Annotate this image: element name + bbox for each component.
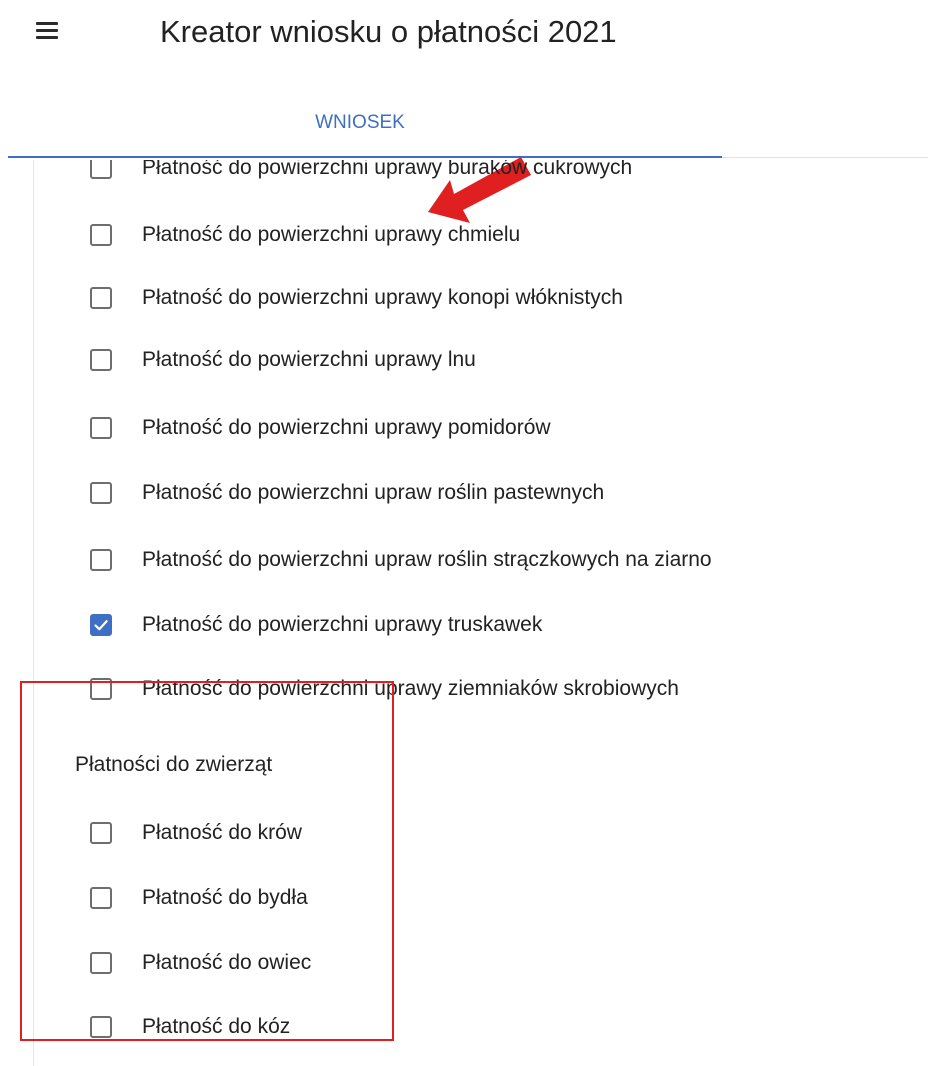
- checkbox-label: Płatność do bydła: [142, 886, 308, 909]
- checkbox-label: Płatność do powierzchni uprawy konopi wł…: [142, 286, 623, 309]
- checkbox-label: Płatność do powierzchni uprawy truskawek: [142, 613, 543, 636]
- panel-left-border: [33, 160, 34, 1066]
- checkbox-option-rosliny-straczkowe[interactable]: Płatność do powierzchni upraw roślin str…: [90, 545, 712, 575]
- checkbox-option-kozy[interactable]: Płatność do kóz: [90, 1012, 290, 1042]
- checkbox-label: Płatność do powierzchni uprawy ziemniakó…: [142, 677, 679, 700]
- checkbox[interactable]: [90, 349, 112, 371]
- checkbox-label: Płatność do owiec: [142, 951, 312, 974]
- tab-bar-divider: [722, 157, 928, 158]
- checkbox-label: Płatność do powierzchni upraw roślin pas…: [142, 481, 605, 504]
- tab-wniosek[interactable]: WNIOSEK: [290, 108, 430, 138]
- checkbox-label: Płatność do powierzchni uprawy lnu: [142, 348, 476, 371]
- checkbox-option-pomidory[interactable]: Płatność do powierzchni uprawy pomidorów: [90, 413, 551, 443]
- checkbox-label: Płatność do powierzchni upraw roślin str…: [142, 548, 712, 571]
- checkbox[interactable]: [90, 822, 112, 844]
- checkbox[interactable]: [90, 417, 112, 439]
- tab-bar: WNIOSEK: [0, 90, 928, 223]
- checkbox-option-krowy[interactable]: Płatność do krów: [90, 818, 302, 848]
- checkbox[interactable]: [90, 1016, 112, 1038]
- checkbox-label: Płatność do krów: [142, 821, 302, 844]
- section-heading-animal-payments: Płatności do zwierząt: [75, 753, 273, 776]
- checkbox-label: Płatność do powierzchni uprawy chmielu: [142, 223, 521, 246]
- page-title: Kreator wniosku o płatności 2021: [160, 14, 617, 49]
- checkbox-option-len[interactable]: Płatność do powierzchni uprawy lnu: [90, 345, 476, 375]
- checkbox-option-buraki-cukrowe[interactable]: Płatność do powierzchni uprawy buraków c…: [90, 160, 632, 183]
- checkbox[interactable]: [90, 224, 112, 246]
- active-tab-indicator: [8, 156, 722, 158]
- checkbox-label: Płatność do kóz: [142, 1015, 291, 1038]
- checked-checkbox[interactable]: [90, 614, 112, 636]
- checkmark-icon: [94, 620, 108, 631]
- red-highlight-box-annotation: [20, 681, 394, 1041]
- checkbox[interactable]: [90, 952, 112, 974]
- checkbox[interactable]: [90, 160, 112, 179]
- checkbox-option-bydlo[interactable]: Płatność do bydła: [90, 883, 308, 913]
- checkbox-option-owce[interactable]: Płatność do owiec: [90, 948, 311, 978]
- app-toolbar: Kreator wniosku o płatności 2021: [0, 0, 928, 60]
- checkbox-option-chmiel[interactable]: Płatność do powierzchni uprawy chmielu: [90, 220, 520, 250]
- checkbox[interactable]: [90, 887, 112, 909]
- checkbox[interactable]: [90, 287, 112, 309]
- hamburger-menu-icon[interactable]: [36, 22, 60, 42]
- checkbox-option-truskawki[interactable]: Płatność do powierzchni uprawy truskawek: [90, 610, 542, 640]
- checkbox[interactable]: [90, 549, 112, 571]
- checkbox-label: Płatność do powierzchni uprawy buraków c…: [142, 160, 633, 179]
- checkbox-option-rosliny-pastewne[interactable]: Płatność do powierzchni upraw roślin pas…: [90, 478, 604, 508]
- checkbox[interactable]: [90, 482, 112, 504]
- checkbox-label: Płatność do powierzchni uprawy pomidorów: [142, 416, 551, 439]
- checkbox[interactable]: [90, 678, 112, 700]
- checkbox-option-konopie[interactable]: Płatność do powierzchni uprawy konopi wł…: [90, 283, 623, 313]
- checkbox-option-ziemniaki-skrobiowe[interactable]: Płatność do powierzchni uprawy ziemniakó…: [90, 674, 679, 704]
- payment-options-panel: Płatność do powierzchni uprawy buraków c…: [0, 160, 928, 1066]
